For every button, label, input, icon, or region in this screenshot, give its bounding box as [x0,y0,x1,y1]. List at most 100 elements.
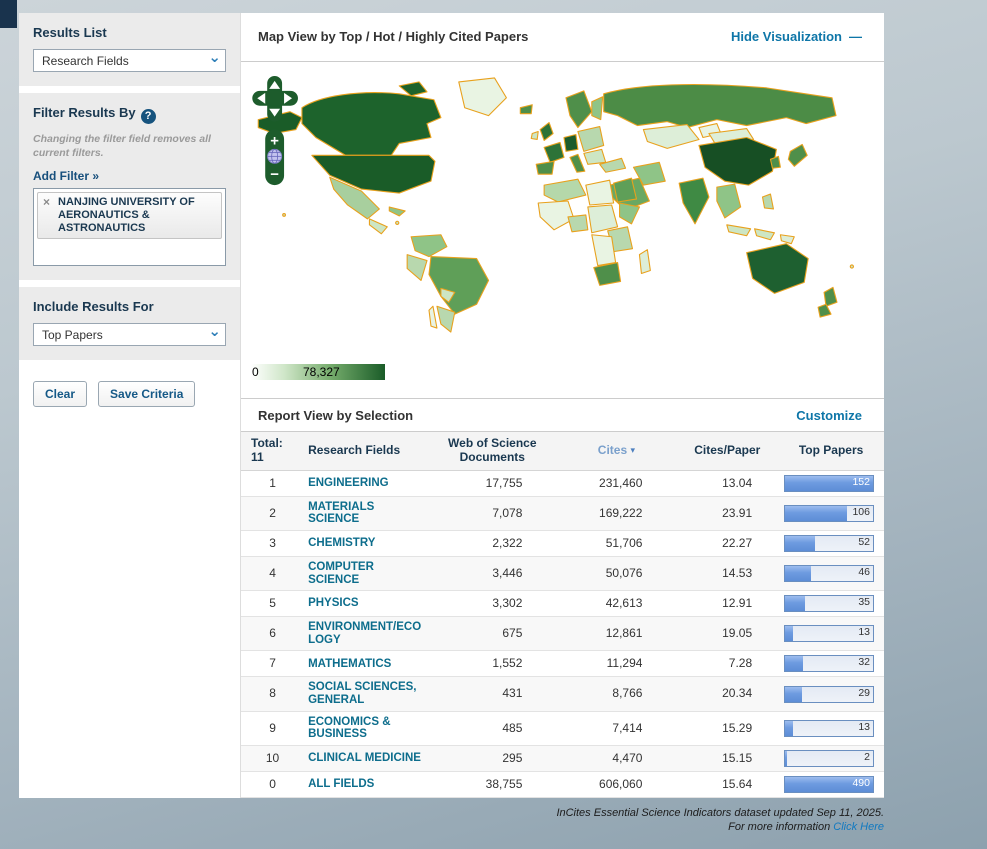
active-filters-box[interactable]: × NANJING UNIVERSITY OF AERONAUTICS & AS… [33,188,226,266]
corner-artifact [0,0,17,28]
rank-cell: 6 [241,617,304,651]
top-papers-value: 490 [852,778,870,790]
zoom-in-icon: + [270,133,279,149]
top-papers-value: 152 [852,477,870,489]
cites-cell: 12,861 [556,617,676,651]
field-link[interactable]: CLINICAL MEDICINE [308,752,424,765]
cites-per-paper-cell: 15.29 [676,711,778,745]
table-row: 8SOCIAL SCIENCES, GENERAL4318,76620.3429 [241,677,884,711]
top-papers-bar: 106 [784,505,874,522]
report-table-body: 1ENGINEERING17,755231,46013.041522MATERI… [241,470,884,797]
hide-visualization-link[interactable]: Hide Visualization— [731,29,862,44]
documents-cell: 1,552 [428,651,556,677]
column-header-research-fields[interactable]: Research Fields [304,432,428,470]
map-zoom-control[interactable]: + − [265,129,284,185]
footer: InCites Essential Science Indicators dat… [364,807,884,835]
results-list-section: Results List Research Fields ⌄ [19,13,240,86]
rank-cell: 0 [241,772,304,798]
documents-cell: 7,078 [428,496,556,530]
field-link[interactable]: SOCIAL SCIENCES, GENERAL [308,681,424,706]
results-list-select[interactable]: Research Fields ⌄ [33,49,226,72]
field-link[interactable]: ENGINEERING [308,477,424,490]
top-papers-bar: 46 [784,565,874,582]
documents-cell: 17,755 [428,470,556,496]
field-link[interactable]: CHEMISTRY [308,537,424,550]
top-papers-value: 13 [858,722,870,734]
rank-cell: 9 [241,711,304,745]
documents-cell: 3,302 [428,591,556,617]
dataset-updated-text: InCites Essential Science Indicators dat… [364,807,884,821]
cites-per-paper-cell: 12.91 [676,591,778,617]
filter-section: Filter Results By? Changing the filter f… [19,93,240,280]
table-row: 1ENGINEERING17,755231,46013.04152 [241,470,884,496]
table-row: 10CLINICAL MEDICINE2954,47015.152 [241,746,884,772]
click-here-link[interactable]: Click Here [833,821,884,833]
clear-button[interactable]: Clear [33,381,87,407]
help-icon[interactable]: ? [141,109,156,124]
customize-link[interactable]: Customize [796,408,862,423]
legend-max: 78,327 [303,365,340,379]
cites-per-paper-cell: 14.53 [676,556,778,590]
cites-per-paper-cell: 15.15 [676,746,778,772]
top-papers-value: 35 [858,597,870,609]
include-results-section: Include Results For Top Papers ⌄ [19,287,240,360]
include-results-select[interactable]: Top Papers ⌄ [33,323,226,346]
field-link[interactable]: ENVIRONMENT/ECOLOGY [308,621,424,646]
cites-per-paper-cell: 15.64 [676,772,778,798]
cites-cell: 169,222 [556,496,676,530]
cites-cell: 11,294 [556,651,676,677]
top-papers-bar: 13 [784,720,874,737]
documents-cell: 431 [428,677,556,711]
column-header-top-papers[interactable]: Top Papers [778,432,884,470]
top-papers-bar: 13 [784,625,874,642]
field-link[interactable]: COMPUTER SCIENCE [308,561,424,586]
total-header: Total:11 [241,432,304,470]
field-link[interactable]: MATERIALS SCIENCE [308,501,424,526]
more-info-text: For more information [728,821,830,833]
top-papers-bar: 32 [784,655,874,672]
top-papers-value: 106 [852,507,870,519]
field-link[interactable]: PHYSICS [308,597,424,610]
results-list-value: Research Fields [42,54,129,68]
column-header-documents[interactable]: Web of Science Documents [428,432,556,470]
table-row: 4COMPUTER SCIENCE3,44650,07614.5346 [241,556,884,590]
world-map[interactable]: + − [249,68,877,338]
top-papers-value: 32 [858,657,870,669]
filter-by-heading: Filter Results By [33,105,136,120]
rank-cell: 10 [241,746,304,772]
top-papers-value: 13 [858,627,870,639]
documents-cell: 38,755 [428,772,556,798]
documents-cell: 295 [428,746,556,772]
top-papers-value: 29 [858,688,870,700]
table-row: 9ECONOMICS & BUSINESS4857,41415.2913 [241,711,884,745]
map-view-header: Map View by Top / Hot / Highly Cited Pap… [241,13,884,62]
cites-cell: 51,706 [556,530,676,556]
map-area: + − 0 78,327 [241,62,884,398]
documents-cell: 2,322 [428,530,556,556]
cites-cell: 7,414 [556,711,676,745]
field-link[interactable]: MATHEMATICS [308,658,424,671]
include-results-heading: Include Results For [33,299,226,314]
column-header-cites[interactable]: Cites ▾ [556,432,676,470]
table-row: 7MATHEMATICS1,55211,2947.2832 [241,651,884,677]
save-criteria-button[interactable]: Save Criteria [98,381,195,407]
add-filter-link[interactable]: Add Filter » [33,169,99,183]
field-link[interactable]: ECONOMICS & BUSINESS [308,716,424,741]
filter-tag[interactable]: × NANJING UNIVERSITY OF AERONAUTICS & AS… [37,192,222,239]
main-panel: Results List Research Fields ⌄ Filter Re… [19,13,884,798]
cites-per-paper-cell: 22.27 [676,530,778,556]
map-legend: 0 78,327 [251,364,385,380]
main-content: Map View by Top / Hot / Highly Cited Pap… [240,13,884,798]
remove-filter-icon[interactable]: × [43,196,50,210]
cites-per-paper-cell: 23.91 [676,496,778,530]
table-row: 2MATERIALS SCIENCE7,078169,22223.91106 [241,496,884,530]
report-table: Total:11 Research Fields Web of Science … [241,432,884,798]
sidebar: Results List Research Fields ⌄ Filter Re… [19,13,240,798]
sort-arrow-icon: ▾ [630,445,635,455]
top-papers-bar: 35 [784,595,874,612]
documents-cell: 3,446 [428,556,556,590]
top-papers-bar: 490 [784,776,874,793]
column-header-cites-per-paper[interactable]: Cites/Paper [676,432,778,470]
cites-cell: 606,060 [556,772,676,798]
field-link[interactable]: ALL FIELDS [308,778,424,791]
